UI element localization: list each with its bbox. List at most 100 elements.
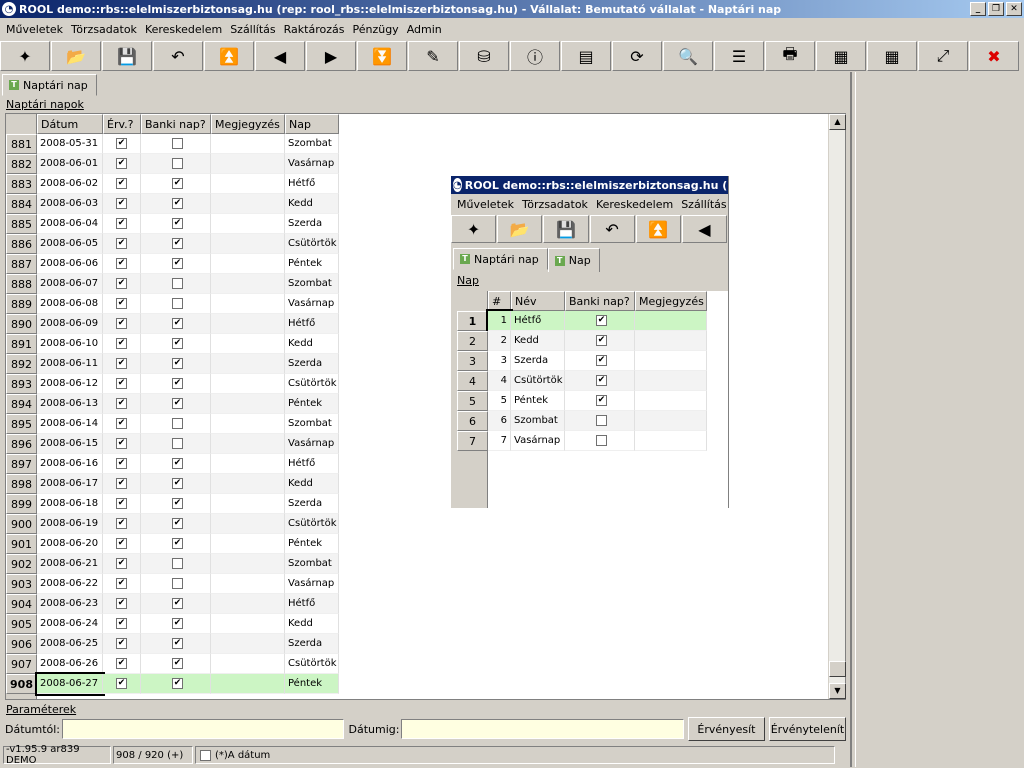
- valid-cell[interactable]: ✔: [103, 314, 141, 334]
- bank-day-checkbox[interactable]: ✔: [172, 238, 183, 249]
- popup-row-number[interactable]: 1: [457, 311, 488, 331]
- popup-save-button[interactable]: 💾: [543, 215, 589, 243]
- weekday-row[interactable]: 2 2 Kedd ✔: [457, 331, 707, 351]
- weekday-note-cell[interactable]: [635, 331, 707, 351]
- day-cell[interactable]: Csütörtök: [285, 654, 339, 674]
- row-number[interactable]: 889: [6, 294, 37, 314]
- column-header[interactable]: Dátum: [37, 114, 103, 134]
- bank-day-cell[interactable]: ✔: [141, 374, 211, 394]
- valid-cell[interactable]: ✔: [103, 134, 141, 154]
- day-cell[interactable]: Hétfő: [285, 174, 339, 194]
- popup-row-number[interactable]: 3: [457, 351, 488, 371]
- valid-cell[interactable]: ✔: [103, 574, 141, 594]
- date-cell[interactable]: 2008-06-26: [37, 654, 103, 674]
- weekday-name-cell[interactable]: Csütörtök: [511, 371, 565, 391]
- bank-day-checkbox[interactable]: ✔: [172, 538, 183, 549]
- layout-button[interactable]: ▤: [561, 41, 611, 71]
- activate-button[interactable]: Érvényesít: [687, 717, 765, 741]
- row-number[interactable]: 885: [6, 214, 37, 234]
- note-cell[interactable]: [211, 674, 285, 694]
- bank-day-cell[interactable]: ✔: [141, 674, 211, 694]
- date-cell[interactable]: 2008-06-09: [37, 314, 103, 334]
- valid-cell[interactable]: ✔: [103, 534, 141, 554]
- bank-day-checkbox[interactable]: ✔: [172, 218, 183, 229]
- date-cell[interactable]: 2008-06-27: [35, 672, 105, 696]
- last-record-button[interactable]: ⏬: [357, 41, 407, 71]
- valid-checkbox[interactable]: ✔: [116, 638, 127, 649]
- date-cell[interactable]: 2008-06-01: [37, 154, 103, 174]
- valid-checkbox[interactable]: ✔: [116, 198, 127, 209]
- date-cell[interactable]: 2008-06-05: [37, 234, 103, 254]
- bank-day-cell[interactable]: [141, 274, 211, 294]
- row-number[interactable]: 893: [6, 374, 37, 394]
- row-number[interactable]: 896: [6, 434, 37, 454]
- bank-day-checkbox[interactable]: ✔: [172, 598, 183, 609]
- valid-checkbox[interactable]: ✔: [116, 658, 127, 669]
- valid-cell[interactable]: ✔: [103, 414, 141, 434]
- search-button[interactable]: 🔍: [663, 41, 713, 71]
- valid-cell[interactable]: ✔: [103, 374, 141, 394]
- date-cell[interactable]: 2008-06-19: [37, 514, 103, 534]
- popup-wand-button[interactable]: ✦: [451, 215, 497, 243]
- popup-menu-item-3[interactable]: Szállítás: [677, 198, 728, 211]
- note-cell[interactable]: [211, 154, 285, 174]
- weekday-row[interactable]: 7 7 Vasárnap: [457, 431, 707, 451]
- day-cell[interactable]: Péntek: [285, 394, 339, 414]
- weekday-bank-checkbox[interactable]: ✔: [596, 355, 607, 366]
- day-cell[interactable]: Szombat: [285, 414, 339, 434]
- table-row[interactable]: 905 2008-06-24 ✔ ✔ Kedd: [6, 614, 829, 634]
- bank-day-checkbox[interactable]: [172, 558, 183, 569]
- bank-day-checkbox[interactable]: [172, 418, 183, 429]
- valid-checkbox[interactable]: ✔: [116, 518, 127, 529]
- bank-day-cell[interactable]: ✔: [141, 454, 211, 474]
- weekday-note-cell[interactable]: [635, 351, 707, 371]
- bank-day-cell[interactable]: ✔: [141, 474, 211, 494]
- weekday-id-cell[interactable]: 6: [488, 411, 511, 431]
- popup-menu-item-1[interactable]: Törzsadatok: [518, 198, 592, 211]
- refresh-button[interactable]: ↶: [153, 41, 203, 71]
- popup-row-number[interactable]: 2: [457, 331, 488, 351]
- bank-day-cell[interactable]: ✔: [141, 234, 211, 254]
- valid-cell[interactable]: ✔: [103, 194, 141, 214]
- valid-checkbox[interactable]: ✔: [116, 338, 127, 349]
- table-row[interactable]: 901 2008-06-20 ✔ ✔ Péntek: [6, 534, 829, 554]
- note-cell[interactable]: [211, 354, 285, 374]
- day-cell[interactable]: Szombat: [285, 554, 339, 574]
- date-cell[interactable]: 2008-06-18: [37, 494, 103, 514]
- note-cell[interactable]: [211, 634, 285, 654]
- row-number[interactable]: 881: [6, 134, 37, 154]
- column-header[interactable]: Érv.?: [103, 114, 141, 134]
- valid-checkbox[interactable]: ✔: [116, 218, 127, 229]
- date-cell[interactable]: 2008-06-13: [37, 394, 103, 414]
- popup-tab-calendar-day[interactable]: T Naptári nap: [453, 248, 548, 270]
- bank-day-cell[interactable]: ✔: [141, 534, 211, 554]
- weekday-name-cell[interactable]: Vasárnap: [511, 431, 565, 451]
- bank-day-cell[interactable]: ✔: [141, 614, 211, 634]
- note-cell[interactable]: [211, 254, 285, 274]
- bank-day-checkbox[interactable]: ✔: [172, 458, 183, 469]
- note-cell[interactable]: [211, 314, 285, 334]
- row-number[interactable]: 901: [6, 534, 37, 554]
- popup-row-number[interactable]: 7: [457, 431, 488, 451]
- day-cell[interactable]: Kedd: [285, 474, 339, 494]
- weekday-id-cell[interactable]: 5: [488, 391, 511, 411]
- date-cell[interactable]: 2008-06-24: [37, 614, 103, 634]
- day-cell[interactable]: Csütörtök: [285, 514, 339, 534]
- day-cell[interactable]: Csütörtök: [285, 234, 339, 254]
- valid-cell[interactable]: ✔: [103, 234, 141, 254]
- day-cell[interactable]: Szombat: [285, 134, 339, 154]
- valid-cell[interactable]: ✔: [103, 674, 141, 694]
- row-number[interactable]: 906: [6, 634, 37, 654]
- row-number[interactable]: 884: [6, 194, 37, 214]
- row-number[interactable]: 888: [6, 274, 37, 294]
- valid-checkbox[interactable]: ✔: [116, 378, 127, 389]
- date-cell[interactable]: 2008-06-25: [37, 634, 103, 654]
- weekday-bank-checkbox[interactable]: ✔: [596, 375, 607, 386]
- wand-button[interactable]: ✦: [0, 41, 50, 71]
- bank-day-cell[interactable]: ✔: [141, 594, 211, 614]
- valid-checkbox[interactable]: ✔: [116, 478, 127, 489]
- note-cell[interactable]: [211, 474, 285, 494]
- row-number[interactable]: 894: [6, 394, 37, 414]
- note-cell[interactable]: [211, 654, 285, 674]
- column-header[interactable]: Megjegyzés: [211, 114, 285, 134]
